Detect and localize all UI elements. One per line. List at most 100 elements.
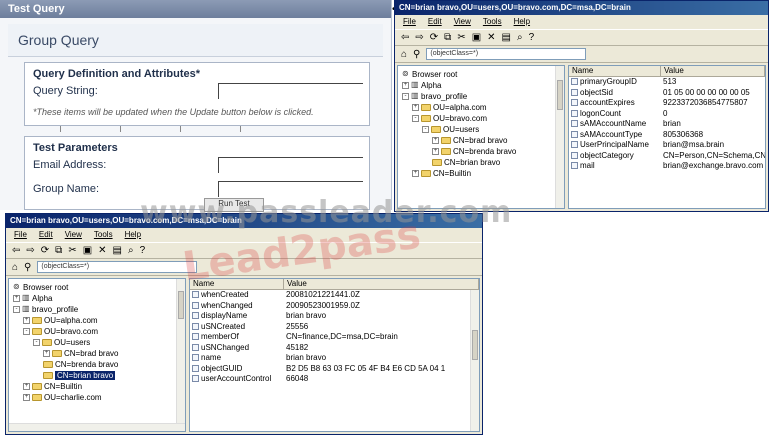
back-icon[interactable]: ⇦ [401,32,409,43]
copy-icon[interactable]: ⧉ [55,245,62,256]
menu-edit[interactable]: Edit [39,230,53,240]
expand-icon[interactable]: + [13,294,20,302]
attribute-row[interactable]: UserPrincipalName brian@msa.brain [569,140,765,151]
collapse-icon[interactable]: - [13,305,20,313]
expand-icon[interactable]: + [412,169,419,177]
cut-icon[interactable]: ✂ [457,32,465,43]
attribute-row[interactable]: memberOf CN=finance,DC=msa,DC=brain [190,332,479,343]
tree-node[interactable]: + CN=brad bravo [43,348,118,358]
tree-node[interactable]: - OU=bravo.com [23,326,98,336]
tree-node[interactable]: - OU=users [422,124,479,134]
collapse-icon[interactable]: - [412,114,419,122]
tree-node[interactable]: + OU=charlie.com [23,392,102,402]
tree-node[interactable]: - OU=bravo.com [412,113,487,123]
delete-icon[interactable]: ✕ [98,245,106,256]
back-tree-scrollbar[interactable] [555,66,564,208]
value-column-header[interactable]: Value [661,66,765,76]
forward-icon[interactable]: ⇨ [26,245,34,256]
properties-icon[interactable]: ▤ [113,245,122,256]
query-string-input[interactable] [218,83,363,99]
tree-node[interactable]: - OU=users [33,337,90,347]
attribute-row[interactable]: displayName brian bravo [190,311,479,322]
menu-view[interactable]: View [454,17,471,27]
tree-node[interactable]: + ▥ Alpha [13,293,52,303]
expand-icon[interactable]: + [23,393,30,401]
attribute-row[interactable]: uSNChanged 45182 [190,343,479,354]
menu-file[interactable]: File [403,17,416,27]
attribute-row[interactable]: objectSid 01 05 00 00 00 00 00 05 [569,88,765,99]
expand-icon[interactable]: + [402,81,409,89]
front-grid-scrollbar[interactable] [470,290,479,431]
attribute-row[interactable]: name brian bravo [190,353,479,364]
home-icon[interactable]: ⌂ [12,262,18,273]
tree-node[interactable]: + CN=brad bravo [432,135,507,145]
tree-node[interactable]: CN=brian bravo [432,157,500,167]
help-icon[interactable]: ? [529,32,535,43]
attribute-row[interactable]: objectGUID B2 D5 B8 63 03 FC 05 4F B4 E6 … [190,364,479,375]
refresh-icon[interactable]: ⟳ [41,245,49,256]
search-icon[interactable]: ⌕ [517,32,523,43]
expand-icon[interactable]: + [432,136,439,144]
expand-icon[interactable]: + [23,316,30,324]
copy-icon[interactable]: ⧉ [444,32,451,43]
cut-icon[interactable]: ✂ [68,245,76,256]
name-column-header[interactable]: Name [569,66,661,76]
tree-node[interactable]: + ▥ Alpha [402,80,441,90]
tree-node[interactable]: - ▥ bravo_profile [402,91,467,101]
tree-node[interactable]: + CN=Builtin [412,168,471,178]
expand-icon[interactable]: + [432,147,439,155]
attribute-row[interactable]: accountExpires 9223372036854775807 [569,98,765,109]
help-icon[interactable]: ? [140,245,146,256]
forward-icon[interactable]: ⇨ [415,32,423,43]
back-icon[interactable]: ⇦ [12,245,20,256]
paste-icon[interactable]: ▣ [472,32,481,43]
tree-node[interactable]: + CN=Builtin [23,381,82,391]
properties-icon[interactable]: ▤ [502,32,511,43]
attribute-row[interactable]: mail brian@exchange.bravo.com [569,161,765,172]
collapse-icon[interactable]: - [33,338,40,346]
paste-icon[interactable]: ▣ [83,245,92,256]
attribute-row[interactable]: objectCategory CN=Person,CN=Schema,CN= [569,151,765,162]
menu-tools[interactable]: Tools [483,17,502,27]
tree-node[interactable]: ⊚ Browser root [402,69,457,79]
tree-node[interactable]: + CN=brenda bravo [432,146,516,156]
filter-icon[interactable]: ⚲ [24,262,31,273]
tree-node[interactable]: + OU=alpha.com [23,315,98,325]
attribute-row[interactable]: sAMAccountName brian [569,119,765,130]
front-tree-scrollbar[interactable] [176,279,185,431]
collapse-icon[interactable]: - [422,125,429,133]
menu-tools[interactable]: Tools [94,230,113,240]
email-input[interactable] [218,157,363,173]
attribute-row[interactable]: whenCreated 20081021221441.0Z [190,290,479,301]
front-filter-input[interactable]: (objectClass=*) [37,261,198,273]
menu-help[interactable]: Help [125,230,141,240]
tree-node[interactable]: - ▥ bravo_profile [13,304,78,314]
attribute-row[interactable]: sAMAccountType 805306368 [569,130,765,141]
collapse-icon[interactable]: - [23,327,30,335]
menu-help[interactable]: Help [514,17,530,27]
attribute-row[interactable]: whenChanged 20090523001959.0Z [190,301,479,312]
attribute-row[interactable]: logonCount 0 [569,109,765,120]
home-icon[interactable]: ⌂ [401,49,407,60]
tree-node[interactable]: + OU=alpha.com [412,102,487,112]
value-column-header[interactable]: Value [284,279,479,289]
filter-icon[interactable]: ⚲ [413,49,420,60]
tree-node[interactable]: CN=brian bravo [43,370,116,380]
expand-icon[interactable]: + [43,349,50,357]
menu-view[interactable]: View [65,230,82,240]
attribute-row[interactable]: uSNCreated 25556 [190,322,479,333]
delete-icon[interactable]: ✕ [487,32,495,43]
refresh-icon[interactable]: ⟳ [430,32,438,43]
expand-icon[interactable]: + [412,103,419,111]
menu-file[interactable]: File [14,230,27,240]
attribute-row[interactable]: primaryGroupID 513 [569,77,765,88]
search-icon[interactable]: ⌕ [128,245,134,256]
tree-node[interactable]: CN=brenda bravo [43,359,118,369]
menu-edit[interactable]: Edit [428,17,442,27]
front-tree-hscrollbar[interactable] [9,423,185,431]
collapse-icon[interactable]: - [402,92,409,100]
attribute-row[interactable]: userAccountControl 66048 [190,374,479,385]
expand-icon[interactable]: + [23,382,30,390]
tree-node[interactable]: ⊚ Browser root [13,282,68,292]
back-filter-input[interactable]: (objectClass=*) [426,48,587,60]
